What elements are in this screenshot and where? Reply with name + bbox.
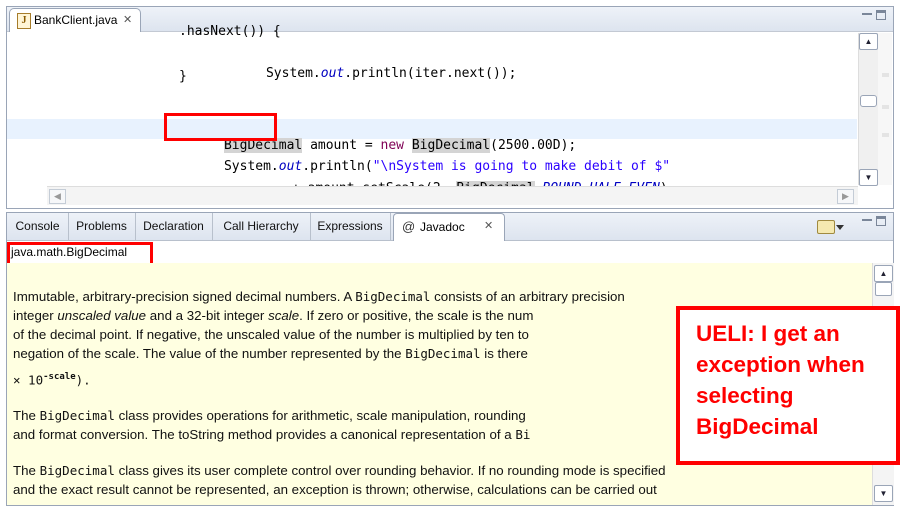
tab-javadoc[interactable]: @ Javadoc ✕: [393, 213, 505, 241]
panel-tab-bar: Console Problems Declaration Call Hierar…: [7, 213, 893, 241]
scroll-down-icon[interactable]: ▼: [874, 485, 893, 502]
scroll-up-icon[interactable]: ▲: [874, 265, 893, 282]
java-file-icon: J: [17, 13, 31, 29]
ruler-mark: [882, 105, 889, 109]
ruler-mark: [882, 73, 889, 77]
editor-tab-bar: J BankClient.java ✕: [7, 7, 893, 32]
scroll-thumb[interactable]: [860, 95, 877, 107]
doc-line: negation of the scale. The value of the …: [13, 346, 528, 361]
annotation-callout: UELI: I get an exception when selecting …: [676, 306, 900, 465]
javadoc-tab-label: Javadoc: [420, 220, 465, 234]
bigdecimal-highlight-box: [164, 113, 277, 141]
editor-horizontal-scrollbar[interactable]: ◀ ▶: [47, 186, 858, 205]
doc-line: The BigDecimal class gives its user comp…: [13, 463, 666, 478]
doc-line: × 10-scale).: [13, 372, 91, 388]
minimize-icon[interactable]: [862, 219, 872, 224]
editor-vertical-scrollbar[interactable]: ▲ ▼: [858, 33, 878, 186]
editor-tab-label: BankClient.java: [34, 13, 118, 27]
callout-line: exception when: [696, 352, 865, 377]
scroll-up-icon[interactable]: ▲: [859, 33, 878, 50]
callout-line: selecting: [696, 383, 794, 408]
callout-line: BigDecimal: [696, 414, 819, 439]
overview-ruler: [878, 33, 892, 185]
code-text: System.: [265, 66, 321, 81]
code-line: .hasNext()) {: [179, 24, 281, 39]
code-area[interactable]: .hasNext()) { System.out.println(iter.ne…: [19, 24, 847, 196]
code-line: }: [179, 69, 187, 84]
ruler-mark: [882, 133, 889, 137]
scroll-left-icon[interactable]: ◀: [49, 189, 66, 204]
scroll-right-icon[interactable]: ▶: [837, 189, 854, 204]
close-icon[interactable]: ✕: [123, 9, 132, 31]
code-line: System.out.println(iter.next());: [265, 66, 517, 81]
tab-console[interactable]: Console: [7, 213, 69, 240]
editor-pane: J BankClient.java ✕ .hasNext()) { System…: [6, 6, 894, 209]
code-line: + amount.setScale(2, BigDecimal.ROUND_HA…: [245, 162, 668, 196]
doc-line: The BigDecimal class provides operations…: [13, 408, 526, 423]
tab-expressions[interactable]: Expressions: [310, 213, 391, 240]
scroll-down-icon[interactable]: ▼: [859, 169, 878, 186]
doc-line: integer unscaled value and a 32-bit inte…: [13, 308, 534, 323]
open-declaration-icon[interactable]: [817, 220, 835, 234]
close-icon[interactable]: ✕: [484, 219, 493, 232]
tab-problems[interactable]: Problems: [68, 213, 136, 240]
code-line: System.out.println("\nSystem is going to…: [223, 159, 671, 174]
javadoc-at-icon: @: [402, 219, 416, 234]
editor-tab-bankclient[interactable]: J BankClient.java ✕: [9, 8, 141, 32]
minimize-icon[interactable]: [862, 13, 872, 18]
doc-line: Immutable, arbitrary-precision signed de…: [13, 289, 625, 304]
doc-line: and format conversion. The toString meth…: [13, 427, 531, 442]
doc-line: of the decimal point. If negative, the u…: [13, 327, 529, 342]
callout-line: UELI: I get an: [696, 321, 840, 346]
tab-declaration[interactable]: Declaration: [135, 213, 213, 240]
maximize-icon[interactable]: [876, 10, 886, 20]
scroll-thumb[interactable]: [875, 282, 892, 296]
tab-call-hierarchy[interactable]: Call Hierarchy: [212, 213, 311, 240]
maximize-icon[interactable]: [876, 216, 886, 226]
doc-line: and the exact result cannot be represent…: [13, 482, 657, 497]
view-menu-icon[interactable]: [836, 225, 844, 230]
